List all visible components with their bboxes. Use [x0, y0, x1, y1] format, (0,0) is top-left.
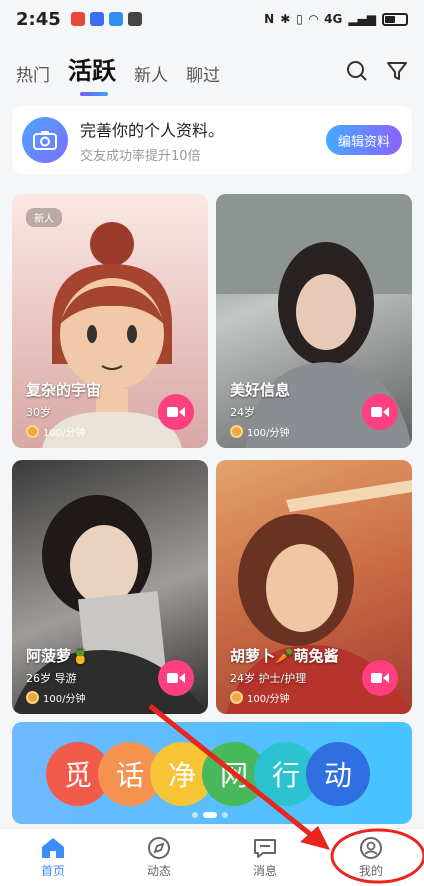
edit-profile-button[interactable]: 编辑资料: [325, 125, 402, 155]
complete-profile-banner[interactable]: 完善你的个人资料。 交友成功率提升10倍 编辑资料: [12, 106, 412, 174]
user-age: 26岁 导游: [26, 672, 77, 685]
video-call-button[interactable]: [362, 394, 398, 430]
vibrate-icon: ▯: [296, 12, 303, 26]
banner-title: 完善你的个人资料。: [80, 120, 225, 140]
user-card[interactable]: 阿菠萝🍍 26岁 导游 100/分钟: [12, 460, 208, 714]
user-card[interactable]: 胡萝卜🥕萌兔酱 24岁 护士/护理 100/分钟: [216, 460, 412, 714]
app-notification-icon: [89, 12, 104, 26]
user-age: 24岁: [230, 406, 255, 419]
video-camera-icon: [167, 673, 185, 683]
status-app-icons: [70, 12, 142, 26]
video-camera-icon: [371, 673, 389, 683]
filter-icon[interactable]: [386, 60, 408, 82]
nav-me[interactable]: 我的: [318, 829, 424, 886]
video-call-button[interactable]: [158, 660, 194, 696]
call-price: 100/分钟: [26, 690, 85, 705]
coin-icon: [230, 691, 243, 704]
nav-label: 消息: [252, 864, 277, 878]
bottom-nav: 首页 动态 消息 我的: [0, 828, 424, 886]
price-label: 100/分钟: [247, 428, 290, 439]
app-notification-icon: [127, 12, 142, 26]
user-name: 复杂的宇宙: [26, 381, 102, 399]
tab-new[interactable]: 新人: [134, 61, 168, 90]
carousel-dots: [192, 812, 228, 818]
nav-label: 首页: [40, 864, 65, 878]
video-call-button[interactable]: [362, 660, 398, 696]
carousel-dot: [203, 812, 217, 818]
app-screen: 2:45 N ✱ ▯ ◠ 4G ▂▄▆ 热门 活跃 新人 聊过 完善你的个人资料…: [0, 0, 424, 886]
carousel-dot: [222, 812, 228, 818]
tab-active[interactable]: 活跃: [68, 51, 116, 96]
price-label: 100/分钟: [43, 428, 86, 439]
user-name: 胡萝卜🥕萌兔酱: [230, 647, 339, 665]
coin-icon: [26, 691, 39, 704]
chat-icon: [254, 839, 276, 858]
user-age: 24岁 护士/护理: [230, 672, 307, 685]
banner-text: 完善你的个人资料。 交友成功率提升10倍: [80, 117, 224, 164]
tab-chatted[interactable]: 聊过: [186, 61, 220, 90]
nfc-icon: N: [264, 12, 275, 26]
coin-icon: [230, 425, 243, 438]
top-tab-bar: 热门 活跃 新人 聊过: [16, 50, 408, 96]
user-name: 美好信息: [230, 381, 291, 399]
status-bar: 2:45 N ✱ ▯ ◠ 4G ▂▄▆: [0, 0, 424, 38]
price-label: 100/分钟: [247, 694, 290, 705]
bluetooth-icon: ✱: [280, 12, 291, 26]
campaign-bubbles: 觅 话 净 网 行 动: [46, 742, 370, 806]
user-age: 30岁: [26, 406, 51, 419]
network-label: 4G: [324, 12, 343, 26]
price-label: 100/分钟: [43, 694, 86, 705]
app-notification-icon: [108, 12, 123, 26]
video-camera-icon: [167, 407, 185, 417]
user-card[interactable]: 美好信息 24岁 100/分钟: [216, 194, 412, 448]
coin-icon: [26, 425, 39, 438]
search-icon[interactable]: [346, 60, 368, 82]
status-time: 2:45: [16, 8, 61, 30]
home-icon: [42, 838, 64, 858]
banner-subtitle: 交友成功率提升10倍: [80, 148, 201, 164]
app-notification-icon: [70, 12, 85, 26]
carousel-dot: [192, 812, 198, 818]
signal-icon: ▂▄▆: [348, 12, 376, 26]
tab-hot[interactable]: 热门: [16, 61, 50, 90]
top-actions: [346, 60, 408, 90]
call-price: 100/分钟: [230, 690, 289, 705]
new-user-badge: 新人: [26, 208, 62, 227]
call-price: 100/分钟: [230, 424, 289, 439]
call-price: 100/分钟: [26, 424, 85, 439]
campaign-banner[interactable]: 觅 话 净 网 行 动: [12, 722, 412, 824]
user-name: 阿菠萝🍍: [26, 647, 90, 665]
status-indicators: N ✱ ▯ ◠ 4G ▂▄▆: [264, 12, 408, 26]
wifi-icon: ◠: [308, 12, 319, 26]
camera-icon: [22, 117, 68, 163]
nav-label: 动态: [146, 864, 171, 878]
campaign-char: 动: [306, 742, 370, 806]
nav-label: 我的: [358, 864, 383, 878]
video-camera-icon: [371, 407, 389, 417]
compass-icon: [148, 837, 170, 859]
nav-messages[interactable]: 消息: [212, 829, 318, 886]
nav-home[interactable]: 首页: [0, 829, 106, 886]
video-call-button[interactable]: [158, 394, 194, 430]
nav-moments[interactable]: 动态: [106, 829, 212, 886]
user-card[interactable]: 新人 复杂的宇宙 30岁 100/分钟: [12, 194, 208, 448]
profile-icon: [360, 837, 382, 859]
battery-icon: [382, 12, 408, 26]
